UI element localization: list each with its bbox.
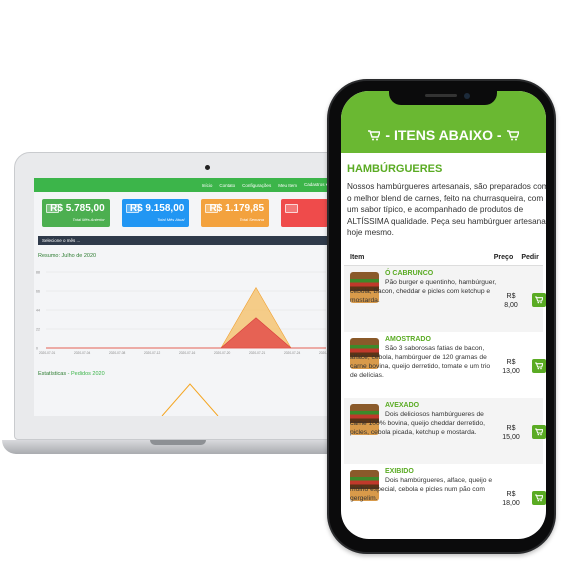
price-value: 18,00 [502,499,520,507]
menu-table-header: Item Preço Pedir [344,250,543,266]
menu-item-row: Ó CABRUNCO Pão burger e quentinho, hambú… [344,265,546,332]
add-to-cart-button[interactable] [532,358,546,373]
y-tick-label: 22 [36,328,40,332]
cart-icon [368,129,381,141]
add-to-cart-button[interactable] [532,424,546,439]
item-price: R$ 13,00 [502,358,520,376]
series-area-1 [46,317,326,349]
card-amount: R$ 5.785,00 [50,203,105,214]
price-currency: R$ [506,424,516,432]
price-value: 8,00 [504,301,518,309]
item-price: R$ 15,00 [502,424,520,442]
month-selector[interactable]: Selecione o mês ... [38,236,334,245]
x-tick-label: 2020-07-01 [39,351,56,355]
item-name: Ó CABRUNCO [385,269,434,277]
series-area-0 [46,286,326,349]
phone-screen: - ITENS ABAIXO - HAMBÚRGUERES Nossos ham… [341,91,546,539]
menu-body: HAMBÚRGUERES Nossos hambúrgueres artesan… [341,163,546,530]
stats-title-text: Estatísticas [38,371,67,377]
x-tick-label: 2020-07-08 [109,351,126,355]
menu-item-row: AMOSTRADO São 3 saborosas fatias de baco… [344,332,546,398]
item-text: AVEXADO Dois deliciosos hambúrgueres de … [350,402,498,437]
laptop-hinge-notch [150,440,206,445]
item-text: AMOSTRADO São 3 saborosas fatias de baco… [350,336,498,380]
col-price: Preço [493,253,514,261]
stats-title: Estatísticas - Pedidos 2020 [38,371,105,377]
x-tick-label: 2020-07-16 [179,351,196,355]
phone-notch [389,88,497,105]
cart-icon [535,427,543,435]
x-tick-label: 2020-07-21 [249,351,266,355]
stats-line [161,383,219,416]
category-title: HAMBÚRGUERES [347,163,443,175]
money-icon [285,204,299,213]
stats-chart [161,383,219,416]
price-value: 15,00 [502,433,520,441]
card-current-month: R$ 9.158,00 Total Mês Atual [121,199,190,227]
y-tick-label: 88 [36,271,40,275]
speaker [425,94,457,97]
y-tick-label: 44 [36,309,40,313]
header-text: - ITENS ABAIXO - [385,127,502,143]
y-tick-label: 66 [36,290,40,294]
price-currency: R$ [506,292,516,300]
summary-title-text: Resumo: Julho de 2020 [38,253,97,259]
x-tick-label: 2020-07-04 [74,351,91,355]
card-label: Total Semana [239,217,265,222]
category-description: Nossos hambúrgueres artesanais, são prep… [347,182,546,237]
add-to-cart-button[interactable] [532,490,546,505]
cart-icon [535,361,543,369]
x-tick-label: 2020-07-24 [284,351,301,355]
menu-item-row: EXIBIDO Dois hambúrgueres, alface, queij… [344,464,546,530]
cart-icon [506,129,519,141]
nav-item-meu-item[interactable]: Meu Item [278,183,297,188]
item-description: Dois deliciosos hambúrgueres de carne 10… [350,410,485,436]
summary-title: Resumo: Julho de 2020 [38,253,334,259]
stats-subtitle: - Pedidos 2020 [66,371,105,377]
card-label: Total Mês Anterior [72,217,105,222]
add-to-cart-button[interactable] [532,292,546,307]
item-description: Dois hambúrgueres, alface, queijo e molh… [350,476,493,502]
card-label: Total Mês Atual [157,217,185,222]
nav-item-cadastros[interactable]: Cadastros ▾ [304,182,328,188]
card-extra [281,199,329,227]
card-week: R$ 1.179,85 Total Semana [201,199,270,227]
item-name: AVEXADO [385,401,420,409]
menu-header-title: - ITENS ABAIXO - [368,127,519,143]
item-description: Pão burger e quentinho, hambúrguer, cebo… [350,278,497,304]
nav-item-configuracoes[interactable]: Configurações [242,183,271,188]
nav-item-contato[interactable]: Contato [219,183,235,188]
nav-item-inicio[interactable]: Início [202,183,213,188]
price-currency: R$ [506,358,516,366]
y-tick-label: 0 [36,347,38,351]
price-value: 13,00 [502,367,520,375]
cart-icon [535,295,543,303]
card-amount: R$ 1.179,85 [209,203,265,214]
x-tick-label: 2020-07-12 [144,351,161,355]
item-text: EXIBIDO Dois hambúrgueres, alface, queij… [350,468,498,503]
summary-cards: R$ 5.785,00 Total Mês Anterior R$ 9.158,… [34,192,334,227]
item-name: AMOSTRADO [385,335,431,343]
x-tick-label: 2020-07-20 [214,351,231,355]
cart-icon [535,493,543,501]
product-mockup: Início Contato Configurações Meu Item Ca… [0,0,566,565]
col-order: Pedir [521,253,539,261]
item-description: São 3 saborosas fatias de bacon, alface,… [350,344,491,379]
card-amount: R$ 9.158,00 [129,203,185,214]
price-currency: R$ [506,490,516,498]
item-price: R$ 18,00 [502,490,520,508]
laptop-camera [205,165,210,170]
item-price: R$ 8,00 [502,292,520,310]
item-name: EXIBIDO [385,467,414,475]
card-previous-month: R$ 5.785,00 Total Mês Anterior [42,199,110,227]
dashboard-navbar: Início Contato Configurações Meu Item Ca… [34,178,334,192]
summary-chart: 0 22 44 66 88 2020-07-01 2020-07-04 2020-07-08 2… [36,271,330,356]
col-item: Item [350,253,365,261]
front-camera [464,93,470,99]
menu-item-row: AVEXADO Dois deliciosos hambúrgueres de … [344,397,546,464]
item-text: Ó CABRUNCO Pão burger e quentinho, hambú… [350,270,498,305]
